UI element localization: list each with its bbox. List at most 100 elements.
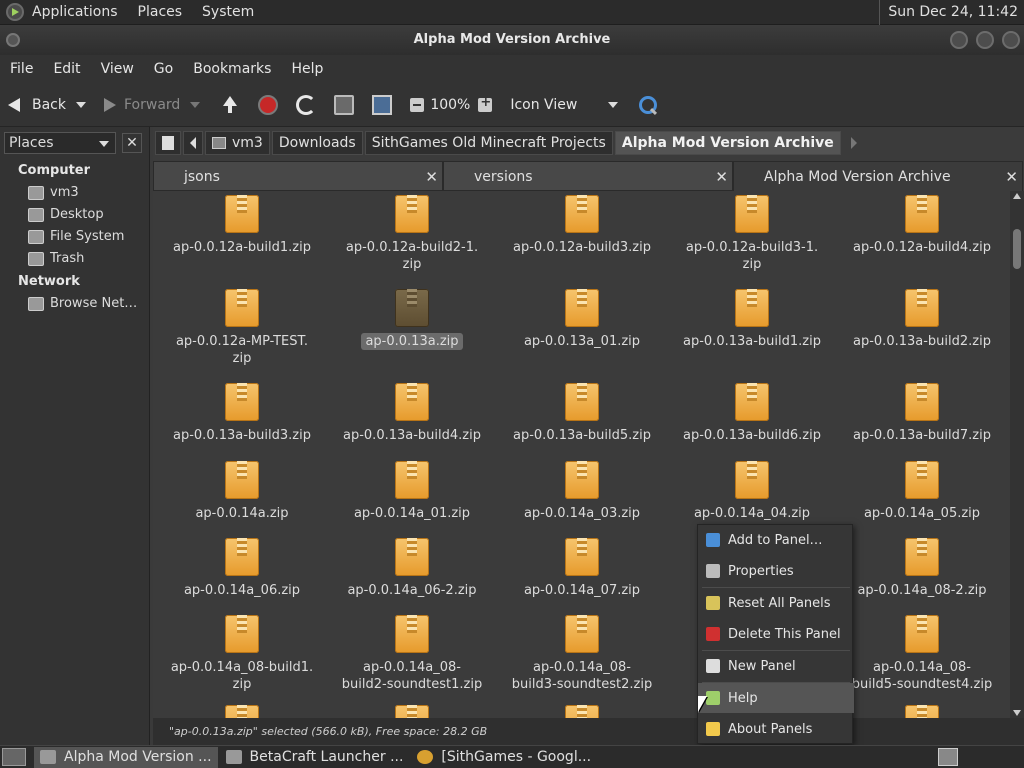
file-item[interactable]: ap-0.0.13a-build5.zip — [497, 383, 667, 444]
tab-alpha-mod-version-archive[interactable]: Alpha Mod Version Archive ✕ — [733, 161, 1023, 191]
menu-item-delete-this-panel[interactable]: Delete This Panel — [698, 619, 854, 649]
taskbar-item-browser[interactable]: [SithGames - Googl... — [411, 747, 597, 768]
file-item[interactable]: ap-0.0.14a_06.zip — [157, 538, 327, 599]
file-item[interactable]: ap-0.0.13a-build7.zip — [837, 383, 1007, 444]
file-item[interactable]: ap-0.0.13a-build1.zip — [667, 289, 837, 350]
path-button-downloads[interactable]: Downloads — [271, 131, 363, 155]
path-button-vm3[interactable]: vm3 — [205, 131, 270, 155]
menu-item-reset-all-panels[interactable]: Reset All Panels — [698, 588, 854, 618]
file-item[interactable]: ap-0.0.14a_08-build1. zip — [157, 615, 327, 693]
tab-close-button[interactable]: ✕ — [425, 162, 438, 192]
menu-logo-icon[interactable] — [6, 3, 24, 21]
file-item[interactable]: ap-0.0.14a_03.zip — [497, 461, 667, 522]
path-edit-toggle[interactable] — [155, 131, 181, 155]
title-bar[interactable]: Alpha Mod Version Archive — [0, 25, 1024, 55]
tab-close-button[interactable]: ✕ — [1005, 162, 1018, 192]
sidebar-close-button[interactable]: ✕ — [122, 133, 142, 153]
file-item[interactable]: ap-0.0.13a-build3.zip — [157, 383, 327, 444]
file-item-partial[interactable] — [327, 705, 497, 718]
menu-item-new-panel[interactable]: New Panel — [698, 651, 854, 681]
path-button-current[interactable]: Alpha Mod Version Archive — [614, 131, 841, 155]
taskbar-item-file-manager[interactable]: Alpha Mod Version ... — [34, 746, 218, 768]
file-name: ap-0.0.13a-build5.zip — [513, 428, 651, 443]
file-item[interactable]: ap-0.0.14a.zip — [157, 461, 327, 522]
file-item[interactable]: ap-0.0.14a_01.zip — [327, 461, 497, 522]
sidebar-places-select[interactable]: Places — [4, 132, 116, 154]
search-button[interactable] — [632, 90, 664, 120]
home-icon — [28, 185, 44, 200]
menu-go[interactable]: Go — [144, 61, 183, 77]
tray-folder-icon[interactable] — [938, 748, 958, 766]
forward-button[interactable]: Forward — [92, 90, 206, 120]
file-item[interactable]: ap-0.0.14a_08- build3-soundtest2.zip — [497, 615, 667, 693]
sidebar-item-trash[interactable]: Trash — [0, 248, 149, 270]
menu-item-about-panels[interactable]: About Panels — [698, 714, 854, 744]
scroll-down-icon[interactable] — [1013, 710, 1021, 716]
menu-item-add-to-panel[interactable]: Add to Panel… — [698, 525, 854, 555]
scroll-up-icon[interactable] — [1013, 193, 1021, 199]
file-item[interactable]: ap-0.0.14a_07.zip — [497, 538, 667, 599]
menu-item-help[interactable]: Help — [698, 683, 854, 713]
file-item[interactable]: ap-0.0.12a-MP-TEST. zip — [157, 289, 327, 367]
file-item[interactable]: ap-0.0.14a_08- build2-soundtest1.zip — [327, 615, 497, 693]
window-menu-icon[interactable] — [6, 33, 20, 47]
panel-menu-places[interactable]: Places — [138, 4, 183, 20]
tab-versions[interactable]: versions ✕ — [443, 161, 733, 191]
sidebar-item-browse-network[interactable]: Browse Net… — [0, 293, 149, 315]
file-item[interactable]: ap-0.0.13a-build6.zip — [667, 383, 837, 444]
file-item[interactable]: ap-0.0.12a-build1.zip — [157, 195, 327, 256]
file-item[interactable]: ap-0.0.14a_04.zip — [667, 461, 837, 522]
home-button[interactable] — [328, 90, 366, 120]
sidebar-item-desktop[interactable]: Desktop — [0, 204, 149, 226]
menu-bookmarks[interactable]: Bookmarks — [183, 61, 281, 77]
file-item[interactable]: ap-0.0.12a-build4.zip — [837, 195, 1007, 256]
tab-jsons[interactable]: jsons ✕ — [153, 161, 443, 191]
file-item-partial[interactable] — [497, 705, 667, 718]
view-mode-select[interactable]: Icon View — [504, 90, 624, 120]
file-item[interactable]: ap-0.0.14a_06-2.zip — [327, 538, 497, 599]
file-item[interactable]: ap-0.0.14a_08-2.zip — [837, 538, 1007, 599]
path-button-sithgames[interactable]: SithGames Old Minecraft Projects — [364, 131, 613, 155]
file-name: ap-0.0.13a-build2.zip — [853, 334, 991, 349]
sidebar-item-vm3[interactable]: vm3 — [0, 182, 149, 204]
zoom-out-icon[interactable] — [410, 97, 425, 112]
file-item[interactable]: ap-0.0.12a-build3-1. zip — [667, 195, 837, 273]
file-item[interactable]: ap-0.0.13a-build4.zip — [327, 383, 497, 444]
panel-menu-applications[interactable]: Applications — [32, 4, 118, 20]
file-item[interactable]: ap-0.0.13a.zip — [327, 289, 497, 350]
tab-close-button[interactable]: ✕ — [715, 162, 728, 192]
show-desktop-icon[interactable] — [2, 748, 26, 766]
menu-file[interactable]: File — [0, 61, 43, 77]
menu-edit[interactable]: Edit — [43, 61, 90, 77]
computer-button[interactable] — [366, 90, 404, 120]
maximize-button[interactable] — [976, 31, 994, 49]
path-scroll-right[interactable] — [850, 137, 857, 149]
close-window-button[interactable] — [1002, 31, 1020, 49]
sidebar-item-file-system[interactable]: File System — [0, 226, 149, 248]
file-item-partial[interactable] — [157, 705, 327, 718]
file-item[interactable]: ap-0.0.13a-build2.zip — [837, 289, 1007, 350]
zoom-in-icon[interactable] — [478, 95, 493, 112]
file-item[interactable]: ap-0.0.14a_05.zip — [837, 461, 1007, 522]
menu-help[interactable]: Help — [281, 61, 333, 77]
file-item[interactable]: ap-0.0.14a_08- build5-soundtest4.zip — [837, 615, 1007, 693]
up-button[interactable] — [214, 90, 252, 120]
zoom-level: 100% — [430, 96, 471, 113]
file-item[interactable]: ap-0.0.12a-build3.zip — [497, 195, 667, 256]
back-button[interactable]: Back — [0, 90, 92, 120]
clock[interactable]: Sun Dec 24, 11:42 — [879, 0, 1024, 25]
file-item[interactable]: ap-0.0.13a_01.zip — [497, 289, 667, 350]
file-item-partial[interactable] — [837, 705, 1007, 718]
vertical-scrollbar[interactable] — [1010, 191, 1024, 718]
panel-menu-system[interactable]: System — [202, 4, 254, 20]
stop-button[interactable] — [252, 90, 290, 120]
path-scroll-left[interactable] — [183, 131, 203, 155]
file-grid[interactable]: ap-0.0.12a-build1.zip ap-0.0.12a-build2-1… — [153, 191, 1009, 718]
scroll-thumb[interactable] — [1013, 229, 1021, 269]
file-item[interactable]: ap-0.0.12a-build2-1. zip — [327, 195, 497, 273]
taskbar-item-betacraft[interactable]: BetaCraft Launcher ... — [220, 747, 410, 768]
minimize-button[interactable] — [950, 31, 968, 49]
menu-item-properties[interactable]: Properties — [698, 556, 854, 586]
menu-view[interactable]: View — [91, 61, 144, 77]
reload-button[interactable] — [290, 90, 328, 120]
